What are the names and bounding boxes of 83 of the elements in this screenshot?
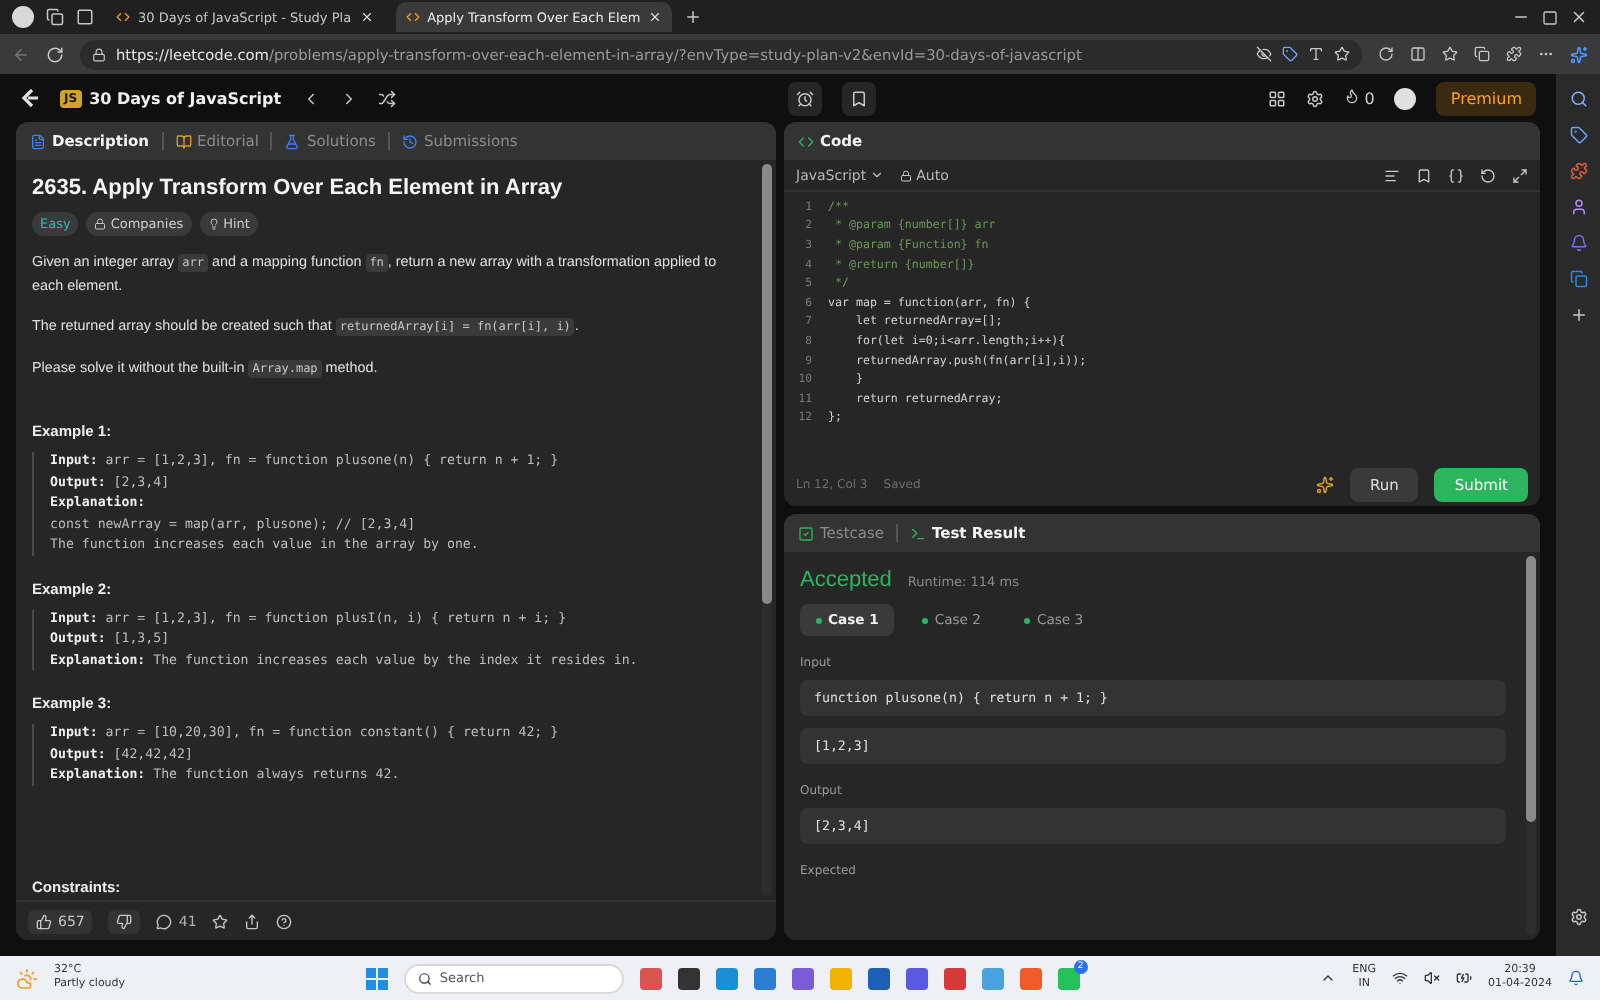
settings-icon[interactable] — [1569, 908, 1587, 926]
new-tab-icon[interactable] — [684, 8, 703, 26]
search-icon[interactable] — [1569, 90, 1587, 108]
bell-icon[interactable] — [1569, 234, 1587, 252]
checkbox-icon — [798, 525, 814, 541]
extensions-icon[interactable] — [1506, 46, 1522, 62]
dot-icon — [1024, 617, 1031, 624]
tag-icon[interactable] — [1569, 126, 1587, 144]
verdict-label: Accepted — [800, 568, 892, 592]
timer-button[interactable] — [787, 81, 822, 115]
code-icon — [116, 10, 130, 24]
dislike-button[interactable] — [108, 909, 141, 933]
book-icon — [175, 133, 192, 149]
alarm-clock-icon — [795, 89, 814, 107]
refresh-icon[interactable] — [1378, 46, 1394, 62]
flame-icon — [1343, 88, 1360, 104]
premium-button[interactable]: Premium — [1436, 81, 1536, 115]
code-icon — [405, 10, 420, 24]
weather-icon — [16, 967, 38, 989]
chevron-down-icon — [870, 168, 885, 182]
copilot-icon[interactable] — [1570, 45, 1588, 63]
problem-title: 2635. Apply Transform Over Each Element in Array — [32, 176, 565, 200]
favorites-icon[interactable] — [1442, 46, 1458, 62]
format-icon[interactable] — [1384, 167, 1400, 183]
back-icon[interactable] — [12, 45, 30, 63]
study-plan-title[interactable]: 30 Days of JavaScript — [89, 89, 282, 107]
streak-counter[interactable]: 0 — [1343, 88, 1375, 108]
favorite-icon[interactable] — [1334, 46, 1350, 62]
code-icon — [798, 133, 814, 149]
bookmark-icon[interactable] — [1416, 167, 1432, 183]
dot-icon — [816, 617, 822, 624]
thumbs-up-icon — [36, 913, 52, 929]
workspaces-icon[interactable] — [46, 8, 64, 26]
scrollbar-track[interactable] — [1526, 556, 1536, 936]
help-icon[interactable] — [276, 913, 293, 929]
close-icon[interactable] — [359, 10, 374, 24]
user-avatar[interactable] — [1394, 87, 1417, 109]
shuffle-icon[interactable] — [377, 89, 396, 107]
grid-icon[interactable] — [1267, 89, 1286, 107]
start-icon[interactable] — [365, 967, 388, 989]
maximize-icon[interactable] — [1542, 9, 1558, 25]
close-icon[interactable] — [648, 10, 663, 24]
wifi-icon[interactable] — [1392, 970, 1409, 986]
taskbar-app-icon[interactable] — [677, 967, 700, 989]
share-icon[interactable] — [244, 913, 261, 929]
lock-icon — [92, 47, 106, 61]
flask-icon — [284, 133, 301, 149]
scrollbar-track[interactable] — [762, 164, 772, 896]
scrollbar-thumb[interactable] — [762, 164, 772, 604]
braces-icon[interactable] — [1448, 167, 1464, 183]
taskbar-app-icon[interactable] — [867, 967, 890, 989]
terminal-icon — [910, 525, 927, 541]
scrollbar-thumb[interactable] — [1526, 556, 1536, 822]
lightbulb-icon — [207, 218, 220, 230]
collections-icon[interactable] — [1474, 46, 1490, 62]
comment-icon — [156, 913, 173, 929]
sparkle-icon[interactable] — [1316, 475, 1334, 493]
chevron-up-icon[interactable] — [1320, 970, 1337, 986]
lock-icon — [94, 218, 107, 230]
battery-icon[interactable] — [1456, 970, 1473, 986]
notes-button[interactable] — [841, 81, 876, 115]
tab-actions-icon[interactable] — [76, 8, 94, 26]
dot-icon — [922, 617, 929, 624]
reset-icon[interactable] — [1480, 167, 1496, 183]
profile-avatar[interactable] — [12, 6, 34, 28]
split-screen-icon[interactable] — [1410, 46, 1426, 62]
tag-icon[interactable] — [1282, 46, 1298, 62]
star-icon[interactable] — [212, 913, 229, 929]
volume-icon[interactable] — [1424, 970, 1441, 986]
search-icon — [417, 971, 432, 985]
lock-icon — [900, 169, 913, 181]
bell-icon[interactable] — [1568, 970, 1584, 986]
thumbs-down-icon — [116, 913, 133, 929]
eye-off-icon[interactable] — [1256, 46, 1272, 62]
settings-icon[interactable] — [1305, 89, 1324, 107]
refresh-icon[interactable] — [46, 45, 64, 63]
close-icon[interactable] — [1570, 8, 1588, 26]
history-icon — [401, 133, 418, 149]
add-icon[interactable] — [1569, 306, 1587, 324]
note-icon — [849, 89, 868, 107]
document-icon — [30, 133, 46, 149]
expand-icon[interactable] — [1512, 167, 1528, 183]
people-icon[interactable] — [1569, 198, 1587, 216]
